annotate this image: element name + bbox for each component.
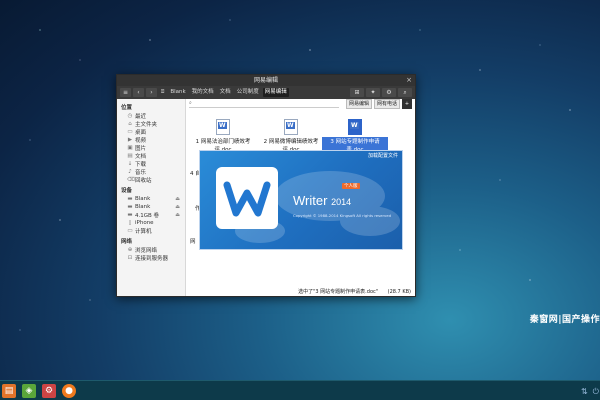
app-name: Writer 2014 — [293, 193, 352, 208]
close-icon[interactable]: × — [406, 75, 412, 86]
search-row: ⌕ 网易编辑 网有电话 + — [186, 99, 415, 109]
app-version: 2014 — [331, 197, 352, 207]
sidebar-item-recent[interactable]: ◷ 最近 — [117, 112, 185, 120]
eject-icon[interactable]: ⏏ — [175, 204, 180, 210]
file-item[interactable]: 2 网易微博编辑绩效考评.doc — [258, 119, 324, 153]
word-document-icon — [348, 119, 362, 135]
phone-icon: ▯ — [128, 220, 132, 226]
sidebar-header-places: 位置 — [121, 105, 133, 111]
document-icon: ▤ — [127, 153, 133, 159]
drive-icon: ▬ — [127, 212, 133, 218]
sidebar-header-devices: 设备 — [121, 188, 133, 194]
toolbar: ≡ ‹ › ⌸ Blank 我的文档 文档 公司制度 网易编辑 ⊞ ✦ ⚙ ⌕ — [117, 86, 415, 99]
power-icon[interactable]: ⏻ — [593, 387, 599, 397]
sidebar-item-device[interactable]: ▬ 4.1GB 卷 ⏏ — [117, 211, 185, 219]
network-icon: ⊕ — [127, 247, 133, 253]
music-icon: ♪ — [128, 169, 132, 175]
view-grid-icon[interactable]: ⊞ — [350, 88, 364, 97]
sidebar-header-network: 网络 — [121, 239, 133, 245]
sidebar-item-device[interactable]: ▬ Blank ⏏ — [117, 203, 185, 211]
breadcrumb-item-current[interactable]: 网易编辑 — [262, 88, 289, 97]
server-icon: ⊡ — [127, 255, 133, 261]
status-bar: 选中了"3 网站专题制作申请表.doc" (28.7 KB) — [298, 288, 411, 295]
sidebar-item-iphone[interactable]: ▯ iPhone — [117, 219, 185, 227]
sidebar-item-music[interactable]: ♪ 音乐 — [117, 168, 185, 176]
search-scope-button[interactable]: 网有电话 — [373, 99, 400, 109]
word-document-icon — [216, 119, 230, 135]
sidebar-item-desktop[interactable]: ▭ 桌面 — [117, 128, 185, 136]
drive-icon: ▬ — [127, 196, 133, 202]
add-search-criteria-button[interactable]: + — [402, 99, 412, 109]
system-tray: ⇅ ⏻ — [581, 387, 599, 397]
settings-icon[interactable]: ⚙ — [382, 88, 396, 97]
status-size: (28.7 KB) — [387, 289, 411, 295]
writer-splash-screen: 加载配置文件 个人版 Writer 2014 Copyright © 1988-… — [199, 150, 403, 250]
breadcrumb-item[interactable]: 公司制度 — [235, 88, 261, 97]
writer-logo-icon — [216, 167, 278, 229]
status-text: 选中了"3 网站专题制作申请表.doc" — [298, 289, 379, 295]
sidebar-item-pictures[interactable]: ▣ 图片 — [117, 144, 185, 152]
sidebar-item-home[interactable]: ⌂ 主文件夹 — [117, 120, 185, 128]
search-icon: ⌕ — [189, 100, 192, 106]
store-icon[interactable]: ◈ — [22, 383, 36, 398]
window-title: 网易编辑 — [253, 77, 278, 84]
network-status-icon[interactable]: ⇅ — [581, 387, 588, 397]
window-titlebar[interactable]: 网易编辑 × — [117, 75, 415, 86]
eject-icon[interactable]: ⏏ — [175, 196, 180, 202]
file-name-partial[interactable]: 网 — [190, 237, 196, 245]
breadcrumb-item[interactable]: Blank — [168, 88, 187, 97]
folder-icon[interactable]: ▤ — [2, 383, 16, 398]
home-icon: ⌂ — [128, 121, 132, 127]
load-config-label: 加载配置文件 — [367, 153, 398, 159]
search-icon[interactable]: ⌕ — [398, 88, 412, 97]
desktop-brand-text: 秦窗网|国产操作 — [529, 315, 600, 325]
sidebar: 位置 ◷ 最近 ⌂ 主文件夹 ▭ 桌面 ▶ 视频 ▣ 图片 ▤ 文档 ↓ 下载 ♪ 音乐 ⌫ 回收… — [117, 99, 186, 296]
computer-icon: ▭ — [127, 228, 133, 234]
video-icon: ▶ — [127, 137, 133, 143]
copyright-text: Copyright © 1988-2014 Kingsoft All right… — [293, 213, 391, 218]
settings-icon[interactable]: ⚙ — [42, 383, 56, 398]
desktop-icon: ▭ — [127, 129, 133, 135]
file-item[interactable]: 1 网易法治部门绩效考评.doc — [190, 119, 256, 153]
trash-icon: ⌫ — [127, 177, 135, 183]
forward-button[interactable]: › — [146, 88, 157, 97]
back-button[interactable]: ‹ — [133, 88, 144, 97]
firefox-icon[interactable]: ● — [62, 383, 76, 398]
taskbar: ▤ ◈ ⚙ ● ⇅ ⏻ — [0, 380, 600, 400]
breadcrumb-drive-icon[interactable]: ⌸ — [159, 88, 166, 97]
sidebar-item-device[interactable]: ▬ Blank ⏏ — [117, 195, 185, 203]
search-input[interactable]: ⌕ — [189, 100, 339, 108]
eject-icon[interactable]: ⏏ — [175, 212, 180, 218]
search-scope-button[interactable]: 网易编辑 — [345, 99, 372, 109]
edition-badge: 个人版 — [342, 183, 360, 189]
drive-icon: ▬ — [127, 204, 133, 210]
sidebar-item-downloads[interactable]: ↓ 下载 — [117, 160, 185, 168]
sidebar-item-documents[interactable]: ▤ 文档 — [117, 152, 185, 160]
sidebar-item-videos[interactable]: ▶ 视频 — [117, 136, 185, 144]
sidebar-item-computer[interactable]: ▭ 计算机 — [117, 227, 185, 235]
breadcrumb-item[interactable]: 我的文档 — [190, 88, 216, 97]
file-item-selected[interactable]: 3 网站专题制作申请表.doc — [322, 119, 388, 153]
breadcrumb-item[interactable]: 文档 — [218, 88, 233, 97]
clock-icon: ◷ — [127, 113, 133, 119]
download-icon: ↓ — [127, 161, 133, 167]
sidebar-item-connect-server[interactable]: ⊡ 连接到服务器 — [117, 254, 185, 262]
sidebar-item-trash[interactable]: ⌫ 回收站 — [117, 176, 185, 184]
image-icon: ▣ — [127, 145, 133, 151]
view-options-icon[interactable]: ✦ — [366, 88, 380, 97]
word-document-icon — [284, 119, 298, 135]
sidebar-item-browse-network[interactable]: ⊕ 浏览网络 — [117, 246, 185, 254]
menu-icon[interactable]: ≡ — [120, 88, 131, 97]
